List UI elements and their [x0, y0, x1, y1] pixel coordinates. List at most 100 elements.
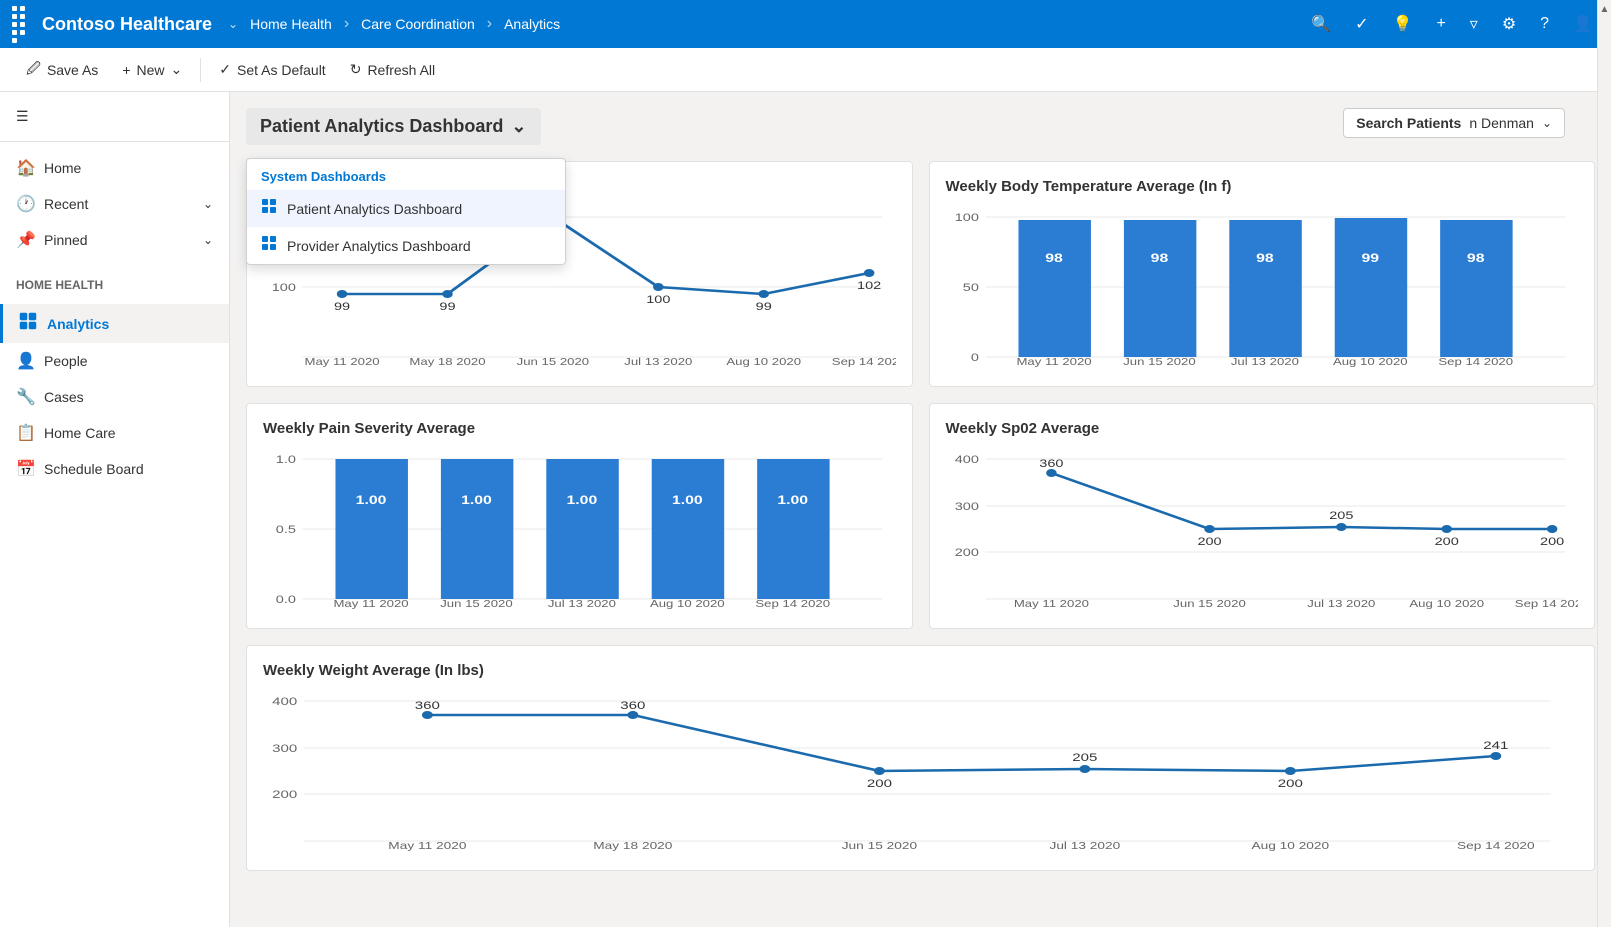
svg-text:100: 100	[954, 211, 978, 224]
svg-text:205: 205	[1329, 509, 1353, 522]
nav-separator: ›	[344, 15, 349, 33]
svg-text:Aug 10 2020: Aug 10 2020	[726, 356, 801, 367]
sidebar-nav-section: 🏠 Home 🕐 Recent ⌄ 📌 Pinned ⌄	[0, 142, 229, 266]
user-icon[interactable]: 👤	[1567, 10, 1599, 38]
weight-chart-title: Weekly Weight Average (In lbs)	[263, 662, 1578, 679]
pain-severity-chart-title: Weekly Pain Severity Average	[263, 420, 896, 437]
svg-text:1.00: 1.00	[777, 493, 808, 507]
svg-text:Jul 13 2020: Jul 13 2020	[1049, 840, 1120, 851]
sidebar-item-analytics[interactable]: Analytics	[0, 304, 229, 343]
save-as-button[interactable]: 🖉 Save As	[16, 52, 108, 88]
dashboard-grid-icon-1	[261, 198, 277, 219]
svg-text:May 18 2020: May 18 2020	[409, 356, 486, 367]
svg-text:Jul 13 2020: Jul 13 2020	[624, 356, 693, 367]
svg-text:Jul 13 2020: Jul 13 2020	[1307, 598, 1376, 609]
refresh-all-button[interactable]: ↻ Refresh All	[340, 55, 445, 84]
svg-text:99: 99	[439, 300, 455, 313]
weight-chart-card: Weekly Weight Average (In lbs) 400 300 2…	[246, 645, 1595, 871]
svg-text:50: 50	[962, 281, 978, 294]
charts-middle-row: Weekly Pain Severity Average 1.0 0.5 0.0	[246, 403, 1595, 629]
nav-analytics[interactable]: Analytics	[504, 16, 560, 32]
svg-text:Sep 14 2020: Sep 14 2020	[755, 598, 830, 609]
svg-text:300: 300	[954, 500, 978, 513]
body-temp-chart-card: Weekly Body Temperature Average (In f) 1…	[929, 161, 1596, 387]
set-as-default-button[interactable]: ✓ Set As Default	[209, 55, 335, 84]
svg-text:Jun 15 2020: Jun 15 2020	[1173, 598, 1246, 609]
recent-chevron-icon: ⌄	[203, 197, 213, 211]
svg-text:98: 98	[1466, 251, 1484, 265]
help-icon[interactable]: ?	[1534, 11, 1555, 37]
svg-text:205: 205	[1072, 751, 1097, 764]
user-chevron-icon[interactable]: ⌄	[1542, 116, 1552, 130]
svg-text:0.0: 0.0	[276, 593, 296, 606]
svg-text:99: 99	[756, 300, 772, 313]
dashboard-header: Patient Analytics Dashboard ⌄ System Das…	[246, 108, 1595, 145]
svg-text:May 11 2020: May 11 2020	[1013, 598, 1089, 609]
dashboard-title-button[interactable]: Patient Analytics Dashboard ⌄	[246, 108, 541, 145]
svg-text:Sep 14 2020: Sep 14 2020	[1457, 840, 1535, 851]
svg-text:Jun 15 2020: Jun 15 2020	[440, 598, 513, 609]
clock-check-icon[interactable]: ✓	[1349, 10, 1374, 38]
recent-icon: 🕐	[16, 194, 34, 214]
new-plus-icon: +	[122, 62, 130, 78]
pinned-icon: 📌	[16, 230, 34, 250]
svg-text:Jul 13 2020: Jul 13 2020	[548, 598, 617, 609]
svg-text:May 18 2020: May 18 2020	[593, 840, 673, 851]
new-chevron-icon: ⌄	[171, 61, 183, 78]
scroll-up-arrow[interactable]: ▲	[1600, 0, 1610, 19]
sidebar-item-homecare[interactable]: 📋 Home Care	[0, 415, 229, 451]
spo2-chart-area: 400 300 200 360 200	[946, 449, 1579, 612]
nav-home-health[interactable]: Home Health	[250, 16, 332, 32]
spo2-chart-title: Weekly Sp02 Average	[946, 420, 1579, 437]
pain-severity-chart-card: Weekly Pain Severity Average 1.0 0.5 0.0	[246, 403, 913, 629]
dropdown-item-patient-analytics[interactable]: Patient Analytics Dashboard	[247, 190, 565, 227]
svg-text:1.0: 1.0	[276, 453, 296, 466]
hamburger-button[interactable]: ☰	[0, 100, 229, 133]
dashboard-chevron-icon: ⌄	[511, 116, 526, 137]
sidebar-item-people[interactable]: 👤 People	[0, 343, 229, 379]
lightbulb-icon[interactable]: 💡	[1387, 10, 1419, 38]
svg-text:102: 102	[857, 279, 881, 292]
sidebar-item-home[interactable]: 🏠 Home	[0, 150, 229, 186]
svg-text:400: 400	[272, 695, 297, 708]
settings-icon[interactable]: ⚙	[1496, 10, 1522, 38]
schedule-icon: 📅	[16, 459, 34, 479]
top-nav: Contoso Healthcare ⌄ Home Health › Care …	[0, 0, 1611, 48]
svg-text:200: 200	[867, 777, 892, 790]
search-icon[interactable]: 🔍	[1305, 10, 1337, 38]
sidebar-item-schedule-board[interactable]: 📅 Schedule Board	[0, 451, 229, 487]
svg-text:99: 99	[1361, 251, 1379, 265]
main-content: Patient Analytics Dashboard ⌄ System Das…	[230, 92, 1611, 927]
body-temp-chart-title: Weekly Body Temperature Average (In f)	[946, 178, 1579, 195]
svg-text:1.00: 1.00	[356, 493, 387, 507]
pain-severity-svg: 1.0 0.5 0.0 1.00 1.00 1.00 1.00 1.00	[263, 449, 896, 609]
sidebar-item-pinned[interactable]: 📌 Pinned ⌄	[0, 222, 229, 258]
brand-chevron-icon[interactable]: ⌄	[228, 17, 238, 31]
filter-icon[interactable]: ▿	[1464, 10, 1484, 38]
hamburger-icon: ☰	[16, 108, 29, 125]
analytics-icon	[19, 312, 37, 335]
nav-care-coordination[interactable]: Care Coordination	[361, 16, 475, 32]
svg-text:May 11 2020: May 11 2020	[388, 840, 467, 851]
svg-text:241: 241	[1483, 739, 1508, 752]
brand-name: Contoso Healthcare	[42, 14, 212, 35]
refresh-icon: ↻	[350, 61, 362, 78]
sidebar-item-cases[interactable]: 🔧 Cases	[0, 379, 229, 415]
plus-icon[interactable]: +	[1430, 11, 1451, 37]
app-waffle-icon[interactable]	[12, 6, 30, 43]
new-button[interactable]: + New ⌄	[112, 55, 192, 84]
svg-text:400: 400	[954, 453, 978, 466]
svg-text:Sep 14 2020: Sep 14 2020	[1438, 356, 1513, 367]
svg-text:200: 200	[1278, 777, 1303, 790]
weight-svg: 400 300 200 360 360 200 205 200	[263, 691, 1578, 851]
save-as-icon: 🖉	[26, 58, 41, 82]
dropdown-item-provider-analytics[interactable]: Provider Analytics Dashboard	[247, 227, 565, 264]
svg-text:0: 0	[970, 351, 978, 364]
sidebar-group-label: Home Health	[0, 266, 229, 296]
svg-text:Aug 10 2020: Aug 10 2020	[1252, 840, 1330, 851]
svg-text:Jun 15 2020: Jun 15 2020	[1123, 356, 1196, 367]
sidebar-item-recent[interactable]: 🕐 Recent ⌄	[0, 186, 229, 222]
svg-text:Jun 15 2020: Jun 15 2020	[517, 356, 590, 367]
svg-text:Jun 15 2020: Jun 15 2020	[842, 840, 918, 851]
cmd-separator-1	[200, 58, 201, 82]
